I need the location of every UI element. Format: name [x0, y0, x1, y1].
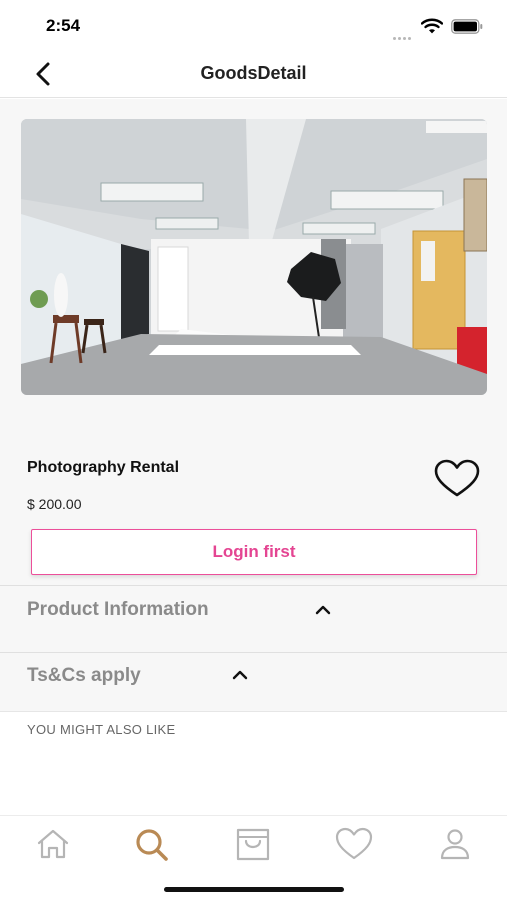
home-icon — [37, 829, 69, 859]
tab-profile[interactable] — [435, 826, 475, 862]
heart-icon — [434, 459, 480, 497]
recommendations-heading: YOU MIGHT ALSO LIKE — [27, 722, 176, 737]
chevron-up-icon[interactable] — [314, 604, 332, 616]
terms-title: Ts&Cs apply — [27, 665, 141, 686]
tab-home[interactable] — [33, 826, 73, 862]
terms-section[interactable]: Ts&Cs apply — [0, 652, 507, 711]
photo-studio-image — [21, 119, 487, 395]
tab-cart[interactable] — [233, 826, 273, 862]
search-icon — [136, 829, 168, 861]
login-button[interactable]: Login first — [31, 529, 477, 575]
navigation-bar: GoodsDetail — [0, 50, 507, 98]
product-price: $ 200.00 — [27, 496, 82, 512]
tab-wishlist[interactable] — [334, 826, 374, 862]
heart-icon — [335, 827, 373, 860]
product-information-section[interactable]: Product Information — [0, 585, 507, 652]
page-title: GoodsDetail — [200, 63, 307, 83]
status-time: 2:54 — [46, 16, 81, 35]
tab-search[interactable] — [132, 826, 172, 862]
status-bar: 2:54 — [0, 0, 507, 50]
product-image — [21, 119, 487, 395]
profile-icon — [440, 829, 470, 860]
battery-icon — [451, 19, 483, 34]
goods-detail-content: Photography Rental $ 200.00 Login first … — [0, 99, 507, 815]
recommendations: YOU MIGHT ALSO LIKE — [0, 711, 507, 815]
cart-icon — [236, 828, 270, 861]
favorite-button[interactable] — [434, 459, 480, 499]
home-indicator — [164, 887, 344, 892]
product-information-title: Product Information — [27, 599, 209, 620]
signal-icon — [393, 27, 415, 40]
wifi-icon — [421, 18, 443, 34]
product-title: Photography Rental — [27, 459, 180, 476]
chevron-up-icon[interactable] — [231, 669, 249, 681]
tab-bar — [0, 815, 507, 900]
